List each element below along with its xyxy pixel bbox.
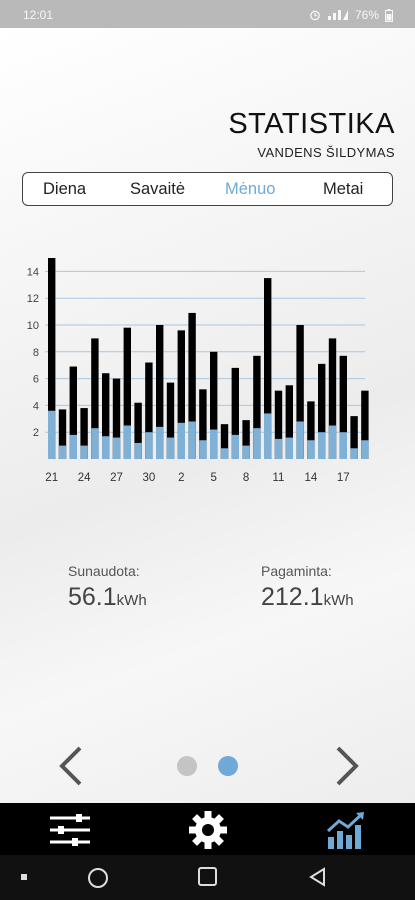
x-tick-label: 27 (110, 472, 123, 484)
battery-percent: 76% (354, 8, 379, 22)
tab-day[interactable]: Diena (43, 180, 86, 199)
system-navigation (0, 855, 415, 900)
tab-year[interactable]: Metai (323, 180, 363, 199)
y-tick-label: 14 (27, 266, 39, 278)
status-time: 12:01 (23, 8, 54, 22)
bar-lower (285, 437, 293, 459)
statistics-chart-icon[interactable] (324, 809, 368, 851)
bar-lower (177, 422, 185, 459)
bar-lower (264, 413, 272, 459)
y-tick-label: 2 (33, 427, 39, 439)
bar-lower (253, 428, 261, 459)
bar-lower (80, 445, 88, 459)
bar-lower (58, 445, 67, 459)
signal-icon (327, 10, 348, 20)
bar-lower (123, 425, 131, 459)
alarm-icon (310, 10, 320, 21)
used-number: 56.1 (68, 583, 117, 611)
bar-lower (339, 432, 347, 459)
page-subtitle: VANDENS ŠILDYMAS (257, 145, 395, 160)
page-title: STATISTIKA (228, 108, 395, 140)
used-value: 56.1kWh (68, 583, 147, 612)
bar-lower (166, 437, 175, 459)
bar-lower (307, 440, 315, 459)
used-unit: kWh (116, 592, 147, 609)
bar-lower (242, 445, 250, 459)
produced-value: 212.1kWh (261, 583, 354, 612)
bar-lower (102, 436, 110, 459)
battery-icon (385, 8, 393, 22)
bar-lower (199, 440, 207, 459)
y-tick-label: 6 (33, 374, 39, 386)
x-tick-label: 5 (210, 472, 216, 484)
x-tick-label: 17 (337, 472, 350, 484)
sliders-icon[interactable] (48, 809, 92, 851)
bar-lower (296, 421, 304, 459)
bar-lower (274, 438, 283, 459)
back-triangle-icon[interactable] (307, 866, 329, 888)
bar-lower (220, 448, 229, 459)
recent-dot-icon[interactable] (20, 873, 28, 881)
consumption-chart: 246810121421 24 27 30 2 5 8 11 14 17 (27, 258, 369, 484)
bar-lower (210, 429, 218, 459)
next-arrow-icon[interactable] (326, 742, 366, 790)
previous-arrow-icon[interactable] (52, 742, 92, 790)
home-circle-icon[interactable] (86, 866, 110, 890)
y-tick-label: 4 (33, 400, 39, 412)
bar-lower (91, 428, 99, 459)
tab-week[interactable]: Savaitė (130, 180, 185, 199)
page-dot-1[interactable] (177, 756, 197, 776)
x-tick-label: 21 (45, 472, 58, 484)
x-tick-label: 8 (243, 472, 249, 484)
used-label: Sunaudota: (68, 563, 140, 579)
bar-lower (231, 434, 239, 459)
gear-icon[interactable] (186, 809, 230, 851)
bar-lower (145, 432, 153, 459)
y-tick-label: 8 (33, 347, 39, 359)
overview-square-icon[interactable] (197, 866, 219, 888)
tab-month[interactable]: Mėnuo (225, 180, 275, 199)
bar-lower (112, 437, 121, 459)
y-tick-label: 12 (27, 293, 39, 305)
bar-lower (318, 432, 326, 459)
bar-lower (48, 410, 56, 459)
bar-lower (69, 434, 77, 459)
x-tick-label: 14 (305, 472, 318, 484)
bar-lower (361, 440, 369, 459)
produced-label: Pagaminta: (261, 563, 332, 579)
produced-unit: kWh (323, 592, 354, 609)
status-icons: 76% (309, 8, 393, 22)
period-tabs: Diena Savaitė Mėnuo Metai (22, 172, 393, 206)
bar-lower (134, 442, 142, 459)
bar-lower (156, 426, 164, 459)
bar-lower (328, 425, 337, 459)
x-tick-label: 30 (143, 472, 156, 484)
x-tick-label: 11 (273, 472, 285, 484)
status-bar: 12:01 76% (0, 0, 415, 28)
page-dot-2[interactable] (218, 756, 238, 776)
x-tick-label: 2 (178, 472, 184, 484)
y-tick-label: 10 (27, 320, 39, 332)
x-tick-label: 24 (78, 472, 91, 484)
bar-lower (188, 421, 196, 459)
bar-lower (350, 448, 358, 459)
bottom-navigation (0, 803, 415, 855)
produced-number: 212.1 (261, 583, 324, 611)
